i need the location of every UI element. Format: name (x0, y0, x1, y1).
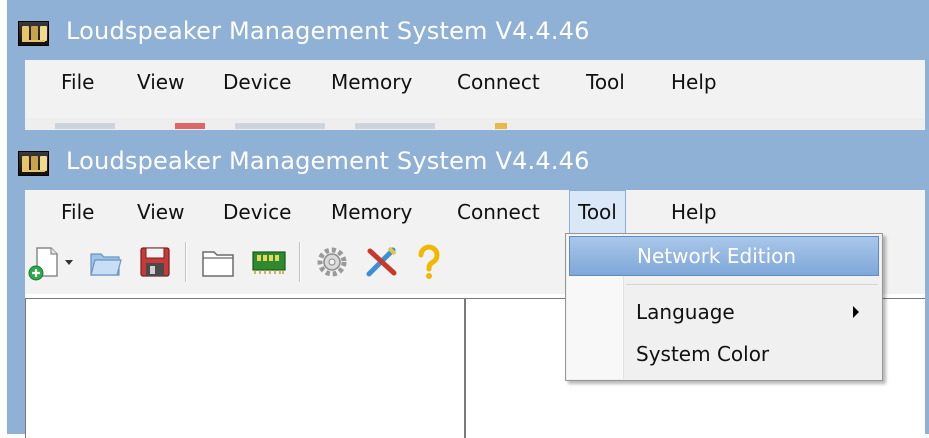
window-title: Loudspeaker Management System V4.4.46 (66, 147, 590, 175)
app-logo-icon (18, 21, 49, 46)
menu-item-network-edition[interactable]: Network Edition (569, 236, 879, 276)
menu-device[interactable]: Device (219, 190, 295, 234)
device-tree-panel[interactable] (25, 298, 465, 438)
menu-tool[interactable]: Tool (569, 190, 626, 234)
menu-memory[interactable]: Memory (327, 60, 416, 104)
toolbar-partial (25, 118, 925, 130)
tools-icon[interactable] (361, 242, 403, 282)
chevron-down-icon[interactable] (63, 242, 75, 282)
help-question-icon[interactable] (411, 242, 447, 282)
menu-connect[interactable]: Connect (453, 60, 544, 104)
app-logo-icon (18, 151, 49, 176)
menu-tool[interactable]: Tool (582, 60, 629, 104)
toolbar-separator (299, 242, 301, 282)
menu-file[interactable]: File (57, 190, 98, 234)
menu-bar: File View Device Memory Connect Tool Hel… (25, 60, 925, 118)
save-disk-icon[interactable] (135, 242, 175, 282)
chevron-right-icon (853, 306, 859, 318)
folder-open-icon[interactable] (85, 242, 125, 282)
menu-bar: File View Device Memory Connect Tool Hel… (25, 190, 925, 234)
new-file-icon[interactable] (27, 242, 61, 282)
title-bar[interactable]: Loudspeaker Management System V4.4.46 (7, 0, 929, 60)
menu-help[interactable]: Help (667, 190, 721, 234)
device-module-icon[interactable] (247, 242, 291, 282)
menu-file[interactable]: File (57, 60, 98, 104)
menu-item-language-label: Language (636, 300, 735, 324)
toolbar-separator (185, 242, 187, 282)
menu-device[interactable]: Device (219, 60, 295, 104)
app-window-background: Loudspeaker Management System V4.4.46 Fi… (7, 0, 929, 130)
menu-item-language[interactable]: Language (569, 292, 879, 332)
menu-view[interactable]: View (133, 60, 188, 104)
window-title: Loudspeaker Management System V4.4.46 (66, 17, 590, 45)
menu-memory[interactable]: Memory (327, 190, 416, 234)
gear-icon[interactable] (311, 242, 353, 282)
menu-item-system-color[interactable]: System Color (569, 334, 879, 374)
title-bar[interactable]: Loudspeaker Management System V4.4.46 (7, 130, 929, 190)
menu-help[interactable]: Help (667, 60, 721, 104)
folder-icon[interactable] (197, 242, 239, 282)
menu-separator (626, 284, 878, 285)
menu-view[interactable]: View (133, 190, 188, 234)
tool-menu-dropdown: Network Edition Language System Color (565, 233, 883, 381)
menu-connect[interactable]: Connect (453, 190, 544, 234)
